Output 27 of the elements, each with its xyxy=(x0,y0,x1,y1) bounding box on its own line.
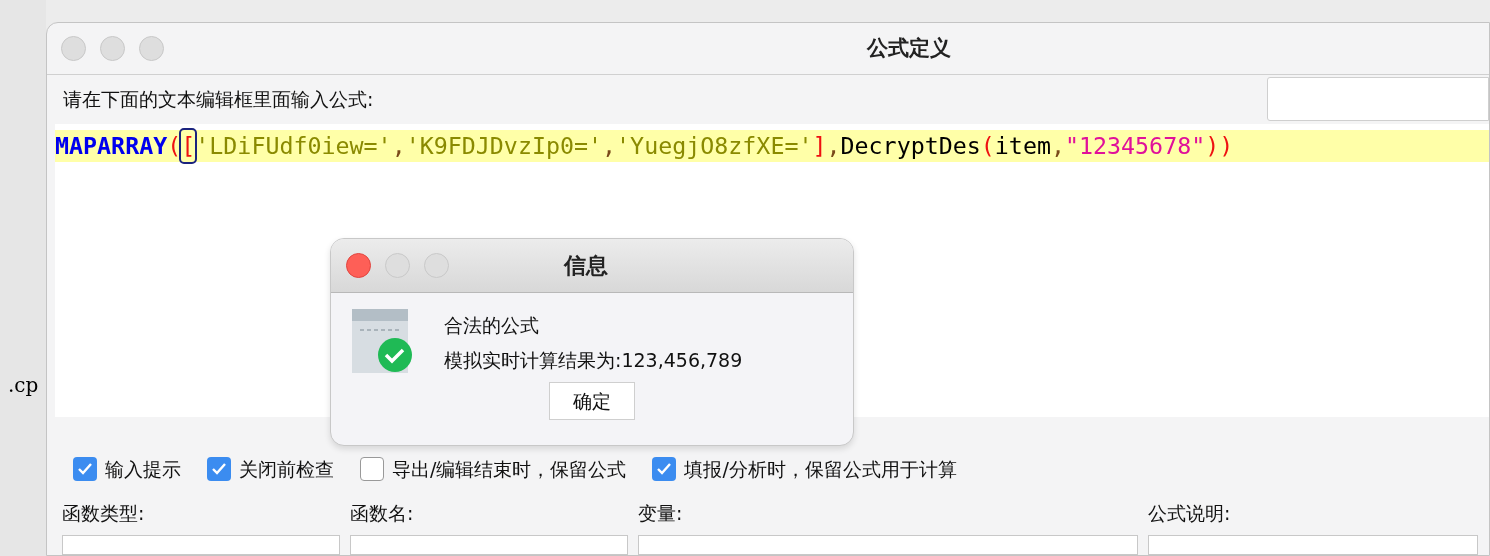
section-label: 变量: xyxy=(638,501,684,526)
minimize-button[interactable] xyxy=(100,35,125,61)
window-title: 公式定义 xyxy=(867,34,951,62)
zoom-button[interactable] xyxy=(139,35,164,61)
message-text: 模拟实时计算结果为:123,456,789 xyxy=(444,347,743,373)
message-text: 合法的公式 xyxy=(444,313,540,338)
close-button[interactable] xyxy=(61,35,86,61)
checkbox-label: 填报/分析时，保留公式用于计算 xyxy=(684,456,957,482)
checkbox[interactable] xyxy=(360,456,384,481)
section-label: 函数名: xyxy=(350,501,415,526)
checkbox-label: 导出/编辑结束时，保留公式 xyxy=(392,456,627,482)
checkbox-label: 关闭前检查 xyxy=(239,456,334,482)
checkbox-label: 输入提示 xyxy=(105,456,181,482)
checkbox[interactable] xyxy=(207,456,231,481)
close-button[interactable] xyxy=(346,253,371,278)
file-name-text: .cp xyxy=(7,372,40,399)
checkbox[interactable] xyxy=(652,456,677,481)
section-label: 公式说明: xyxy=(1148,501,1232,526)
zoom-button[interactable] xyxy=(424,253,449,278)
input-field[interactable] xyxy=(1267,77,1489,122)
valid-document-icon xyxy=(352,309,412,374)
ok-button[interactable]: 确定 xyxy=(549,382,635,420)
section-label: 函数类型: xyxy=(62,501,146,526)
checkbox[interactable] xyxy=(73,456,97,481)
prompt-text: 请在下面的文本编辑框里面输入公式: xyxy=(63,86,374,112)
minimize-button[interactable] xyxy=(385,253,410,278)
dialog-title: 信息 xyxy=(564,252,608,280)
